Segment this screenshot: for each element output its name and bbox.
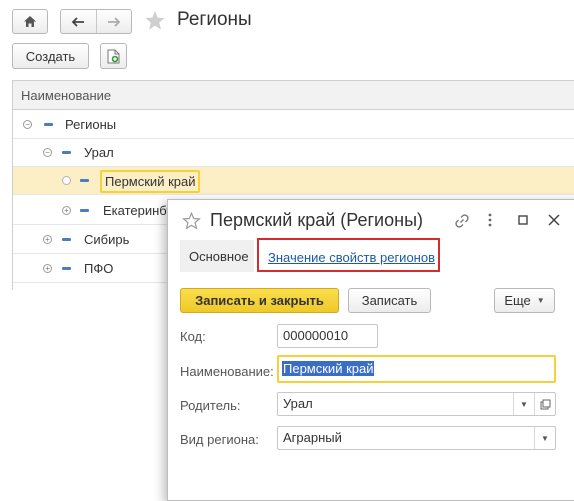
group-icon (44, 123, 53, 126)
page-title: Регионы (177, 9, 252, 30)
group-icon (62, 151, 71, 154)
expand-toggle-icon[interactable]: + (43, 264, 52, 273)
arrow-left-icon (71, 16, 85, 27)
row-label: Сибирь (84, 232, 130, 247)
table-row-selected[interactable]: Пермский край (13, 167, 574, 195)
maximize-icon[interactable] (518, 215, 528, 225)
nav-buttons (60, 9, 132, 34)
favorite-star-icon[interactable] (182, 212, 201, 230)
document-add-icon (107, 49, 120, 64)
region-kind-value: Аграрный (283, 430, 342, 445)
name-field[interactable]: Пермский край (277, 355, 556, 383)
group-icon (62, 267, 71, 270)
home-icon (23, 15, 37, 28)
link-icon[interactable] (455, 214, 469, 228)
more-button-label: Еще (504, 293, 531, 308)
parent-value: Урал (283, 396, 313, 411)
parent-field[interactable]: Урал ▼ (277, 392, 556, 416)
favorite-star-icon[interactable] (144, 10, 166, 31)
name-label: Наименование: (180, 364, 274, 379)
more-vertical-icon[interactable] (488, 213, 492, 227)
collapse-toggle-icon[interactable]: − (43, 148, 52, 157)
region-kind-label: Вид региона: (180, 432, 259, 447)
save-button[interactable]: Записать (348, 288, 431, 313)
create-copy-button[interactable] (100, 43, 127, 69)
form-title: Пермский край (Регионы) (210, 210, 423, 230)
create-button[interactable]: Создать (12, 43, 89, 69)
group-icon (62, 238, 71, 241)
chevron-down-icon: ▼ (520, 399, 528, 409)
home-button[interactable] (12, 9, 48, 34)
row-label: Пермский край (100, 170, 201, 193)
row-label: ПФО (84, 261, 114, 276)
name-field-selected-text: Пермский край (282, 361, 375, 376)
region-kind-field[interactable]: Аграрный ▼ (277, 426, 556, 450)
forward-button[interactable] (97, 10, 131, 33)
tab-region-properties[interactable]: Значение свойств регионов (268, 250, 435, 265)
chevron-down-icon: ▼ (541, 433, 549, 443)
row-label: Регионы (65, 117, 117, 132)
parent-label: Родитель: (180, 398, 241, 413)
group-icon (80, 179, 89, 182)
leaf-marker-icon (62, 176, 71, 185)
region-kind-dropdown-button[interactable]: ▼ (534, 427, 555, 449)
save-and-close-button[interactable]: Записать и закрыть (180, 288, 339, 313)
row-label: Урал (84, 145, 114, 160)
group-icon (80, 209, 89, 212)
close-icon[interactable] (548, 214, 560, 226)
collapse-toggle-icon[interactable]: − (23, 120, 32, 129)
column-header-name: Наименование (21, 88, 112, 103)
item-form-window: Пермский край (Регионы) Основное Значени… (167, 199, 574, 501)
code-label: Код: (180, 329, 206, 344)
back-button[interactable] (61, 10, 97, 33)
more-button[interactable]: Еще ▼ (494, 288, 555, 313)
arrow-right-icon (107, 16, 121, 27)
expand-toggle-icon[interactable]: + (43, 235, 52, 244)
tab-main[interactable]: Основное (180, 240, 254, 272)
open-parent-button[interactable] (534, 393, 555, 415)
open-item-icon (540, 399, 551, 410)
parent-dropdown-button[interactable]: ▼ (513, 393, 534, 415)
code-field[interactable]: 000000010 (277, 324, 378, 348)
expand-toggle-icon[interactable]: + (62, 206, 71, 215)
table-row[interactable]: − Регионы (13, 111, 574, 139)
table-header[interactable]: Наименование (12, 80, 574, 110)
table-row[interactable]: − Урал (13, 139, 574, 167)
chevron-down-icon: ▼ (536, 296, 545, 305)
